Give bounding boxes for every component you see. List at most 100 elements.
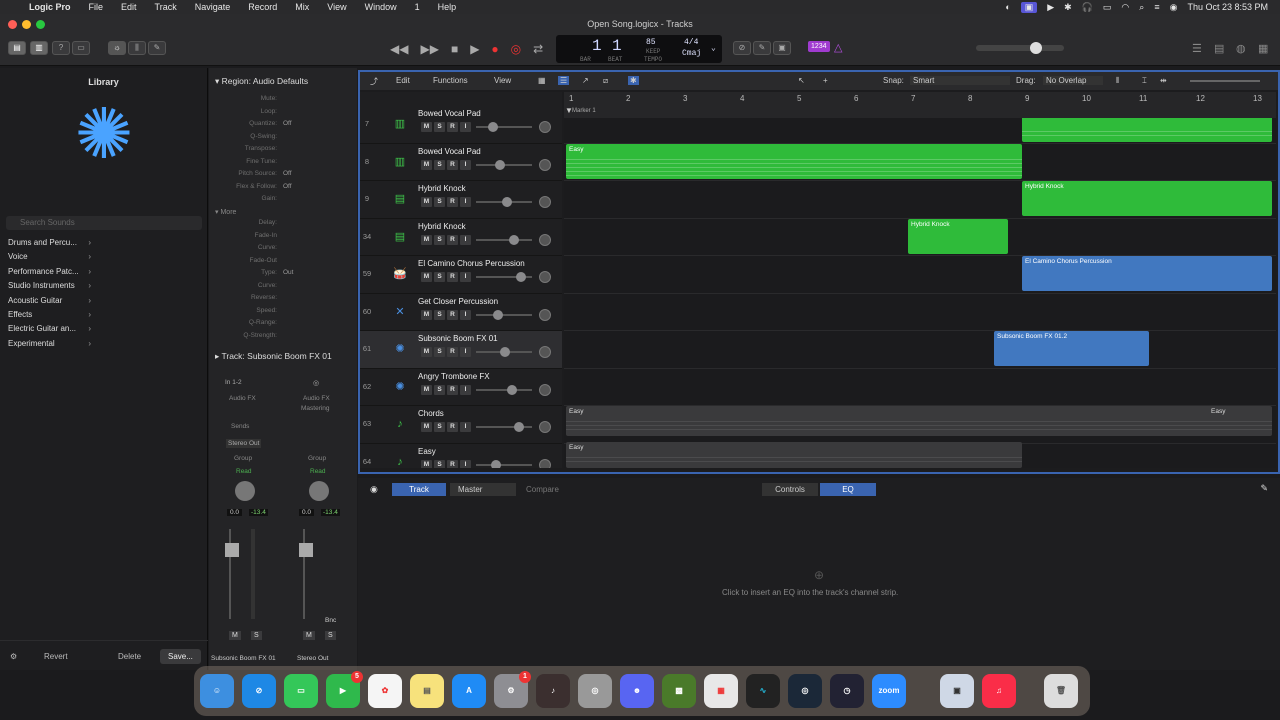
tab-master[interactable]: Master bbox=[450, 483, 516, 496]
library-item-acoustic-guitar[interactable]: Acoustic Guitar bbox=[0, 294, 94, 309]
loop-browser-icon[interactable]: ◍ bbox=[1236, 42, 1246, 55]
solo-button[interactable]: S bbox=[434, 347, 445, 357]
ruler-bar-number[interactable]: 1 bbox=[569, 94, 573, 103]
output-slot[interactable]: Stereo Out bbox=[226, 439, 262, 448]
siri-icon[interactable]: ◉ bbox=[1170, 2, 1178, 13]
quicktime-icon[interactable]: ◷ bbox=[830, 674, 864, 708]
library-item-performance[interactable]: Performance Patc... bbox=[0, 265, 94, 280]
wifi-icon[interactable]: ◠ bbox=[1121, 2, 1129, 13]
solo-button[interactable]: S bbox=[434, 159, 445, 170]
photos-icon[interactable]: ✿ bbox=[368, 674, 402, 708]
library-item-drums[interactable]: Drums and Percu... bbox=[0, 236, 94, 251]
battery-icon[interactable]: ▭ bbox=[1103, 2, 1112, 13]
track-volume-knob[interactable] bbox=[500, 347, 510, 357]
ruler-bar-number[interactable]: 6 bbox=[854, 94, 858, 103]
library-item-electric-guitar[interactable]: Electric Guitar an... bbox=[0, 322, 94, 337]
track-instrument-icon[interactable]: ♪ bbox=[390, 415, 410, 433]
launchpad-icon[interactable]: ▦ bbox=[704, 674, 738, 708]
browser-icon[interactable]: ▦ bbox=[1258, 42, 1268, 55]
solo-button-2[interactable]: S bbox=[325, 631, 336, 640]
track-volume-knob[interactable] bbox=[502, 197, 512, 207]
track-pan-knob[interactable] bbox=[539, 233, 551, 246]
solo-button[interactable]: S bbox=[434, 422, 445, 432]
track-header-row[interactable]: 34 ▤ Hybrid Knock M S R I bbox=[360, 219, 562, 256]
pan-knob-2[interactable] bbox=[309, 481, 329, 501]
count-in-badge[interactable]: 1234 bbox=[808, 41, 830, 52]
mute-button[interactable]: M bbox=[421, 459, 432, 468]
play-icon[interactable]: ▶ bbox=[470, 42, 479, 56]
master-volume-slider[interactable] bbox=[976, 42, 1064, 54]
quick-help-icon[interactable]: ? bbox=[52, 41, 70, 55]
zoom-window-button[interactable] bbox=[36, 20, 45, 29]
track-volume-knob[interactable] bbox=[493, 309, 503, 320]
track-name[interactable]: Hybrid Knock bbox=[418, 184, 466, 193]
tuner-icon[interactable]: ⊘ bbox=[733, 41, 751, 55]
music-icon[interactable]: ♫ bbox=[982, 674, 1016, 708]
track-volume-knob[interactable] bbox=[507, 384, 517, 395]
param-value[interactable]: Off bbox=[283, 120, 292, 127]
status-icon[interactable]: ◐ bbox=[1005, 2, 1010, 12]
mute-button[interactable]: M bbox=[421, 422, 432, 432]
bounce-button[interactable]: Bnc bbox=[325, 617, 336, 624]
record-enable-button[interactable]: R bbox=[447, 384, 458, 395]
record-enable-button[interactable]: R bbox=[447, 272, 458, 282]
mute-button[interactable]: M bbox=[421, 272, 432, 282]
menu-1[interactable]: 1 bbox=[406, 2, 429, 12]
edit-icon[interactable]: ✎ bbox=[1260, 483, 1268, 494]
preview-icon[interactable]: ▣ bbox=[940, 674, 974, 708]
track-header-row[interactable]: 62 ✺ Angry Trombone FX M S R I bbox=[360, 369, 562, 406]
record-enable-button[interactable]: R bbox=[447, 309, 458, 320]
track-name[interactable]: Bowed Vocal Pad bbox=[418, 109, 481, 118]
solo-button[interactable]: S bbox=[434, 309, 445, 320]
more-toggle[interactable]: ▾ More bbox=[215, 208, 236, 216]
track-pan-knob[interactable] bbox=[539, 421, 551, 433]
trash-icon[interactable]: 🗑 bbox=[1044, 674, 1078, 708]
track-lane[interactable] bbox=[564, 294, 1276, 331]
logic-pro-icon[interactable]: ◎ bbox=[578, 674, 612, 708]
track-header-row[interactable]: 60 ✕ Get Closer Percussion M S R I bbox=[360, 294, 562, 331]
insert-eq-icon[interactable]: ⊕ bbox=[814, 568, 824, 582]
track-name[interactable]: Chords bbox=[418, 409, 444, 418]
track-header-row[interactable]: 64 ♪ Easy M S R I bbox=[360, 444, 562, 468]
track-header-row[interactable]: 63 ♪ Chords M S R I bbox=[360, 406, 562, 444]
inspector-param-row[interactable]: Loop: bbox=[209, 108, 357, 120]
track-volume-slider[interactable] bbox=[476, 313, 532, 316]
input-monitor-button[interactable]: I bbox=[460, 159, 471, 170]
inspector-param-row[interactable]: Fade-In bbox=[209, 232, 357, 244]
delete-button[interactable]: Delete bbox=[118, 652, 141, 661]
inspector-param-row[interactable]: Flex & Follow: Off bbox=[209, 183, 357, 195]
automation-slot-2[interactable]: Read bbox=[310, 468, 326, 475]
menu-window[interactable]: Window bbox=[356, 2, 406, 12]
finder-icon[interactable]: ☺ bbox=[200, 674, 234, 708]
solo-button[interactable]: S bbox=[434, 272, 445, 282]
drag-select[interactable]: No Overlap bbox=[1043, 76, 1103, 85]
region-easy-green[interactable]: Easy bbox=[566, 144, 1022, 179]
input-monitor-button[interactable]: I bbox=[460, 309, 471, 320]
search-icon[interactable]: ⌕ bbox=[1139, 2, 1144, 13]
capture-record-icon[interactable]: ◎ bbox=[511, 42, 521, 56]
track-name[interactable]: Bowed Vocal Pad bbox=[418, 147, 481, 156]
solo-button[interactable]: S bbox=[434, 459, 445, 468]
track-pan-knob[interactable] bbox=[539, 346, 551, 358]
ruler[interactable]: Marker 1 ▼ 1 2 3 4 5 6 7 8 9 10 11 12 13 bbox=[564, 92, 1276, 118]
track-instrument-icon[interactable]: 🥁 bbox=[390, 265, 410, 283]
inspector-param-row[interactable]: Fine Tune: bbox=[209, 158, 357, 170]
menu-help[interactable]: Help bbox=[429, 2, 466, 12]
stop-icon[interactable]: ■ bbox=[451, 42, 458, 56]
track-pan-knob[interactable] bbox=[539, 158, 551, 171]
smart-controls-icon[interactable]: ☼ bbox=[108, 41, 126, 55]
minecraft-icon[interactable]: ▩ bbox=[662, 674, 696, 708]
track-volume-slider[interactable] bbox=[476, 126, 532, 128]
track-pan-knob[interactable] bbox=[539, 308, 551, 321]
minimize-window-button[interactable] bbox=[22, 20, 31, 29]
playhead[interactable]: ▼ bbox=[565, 106, 573, 115]
input-monitor-button[interactable]: I bbox=[460, 384, 471, 395]
marker-label[interactable]: Marker 1 bbox=[572, 108, 596, 114]
track-pan-knob[interactable] bbox=[539, 121, 551, 133]
close-window-button[interactable] bbox=[8, 20, 17, 29]
region-hybrid-knock-9[interactable]: Hybrid Knock bbox=[1022, 181, 1272, 216]
safari-icon[interactable]: ⊘ bbox=[242, 674, 276, 708]
menu-file[interactable]: File bbox=[80, 2, 113, 12]
input-monitor-button[interactable]: I bbox=[460, 459, 471, 468]
region-header[interactable]: ▾ Region: Audio Defaults bbox=[215, 76, 308, 87]
